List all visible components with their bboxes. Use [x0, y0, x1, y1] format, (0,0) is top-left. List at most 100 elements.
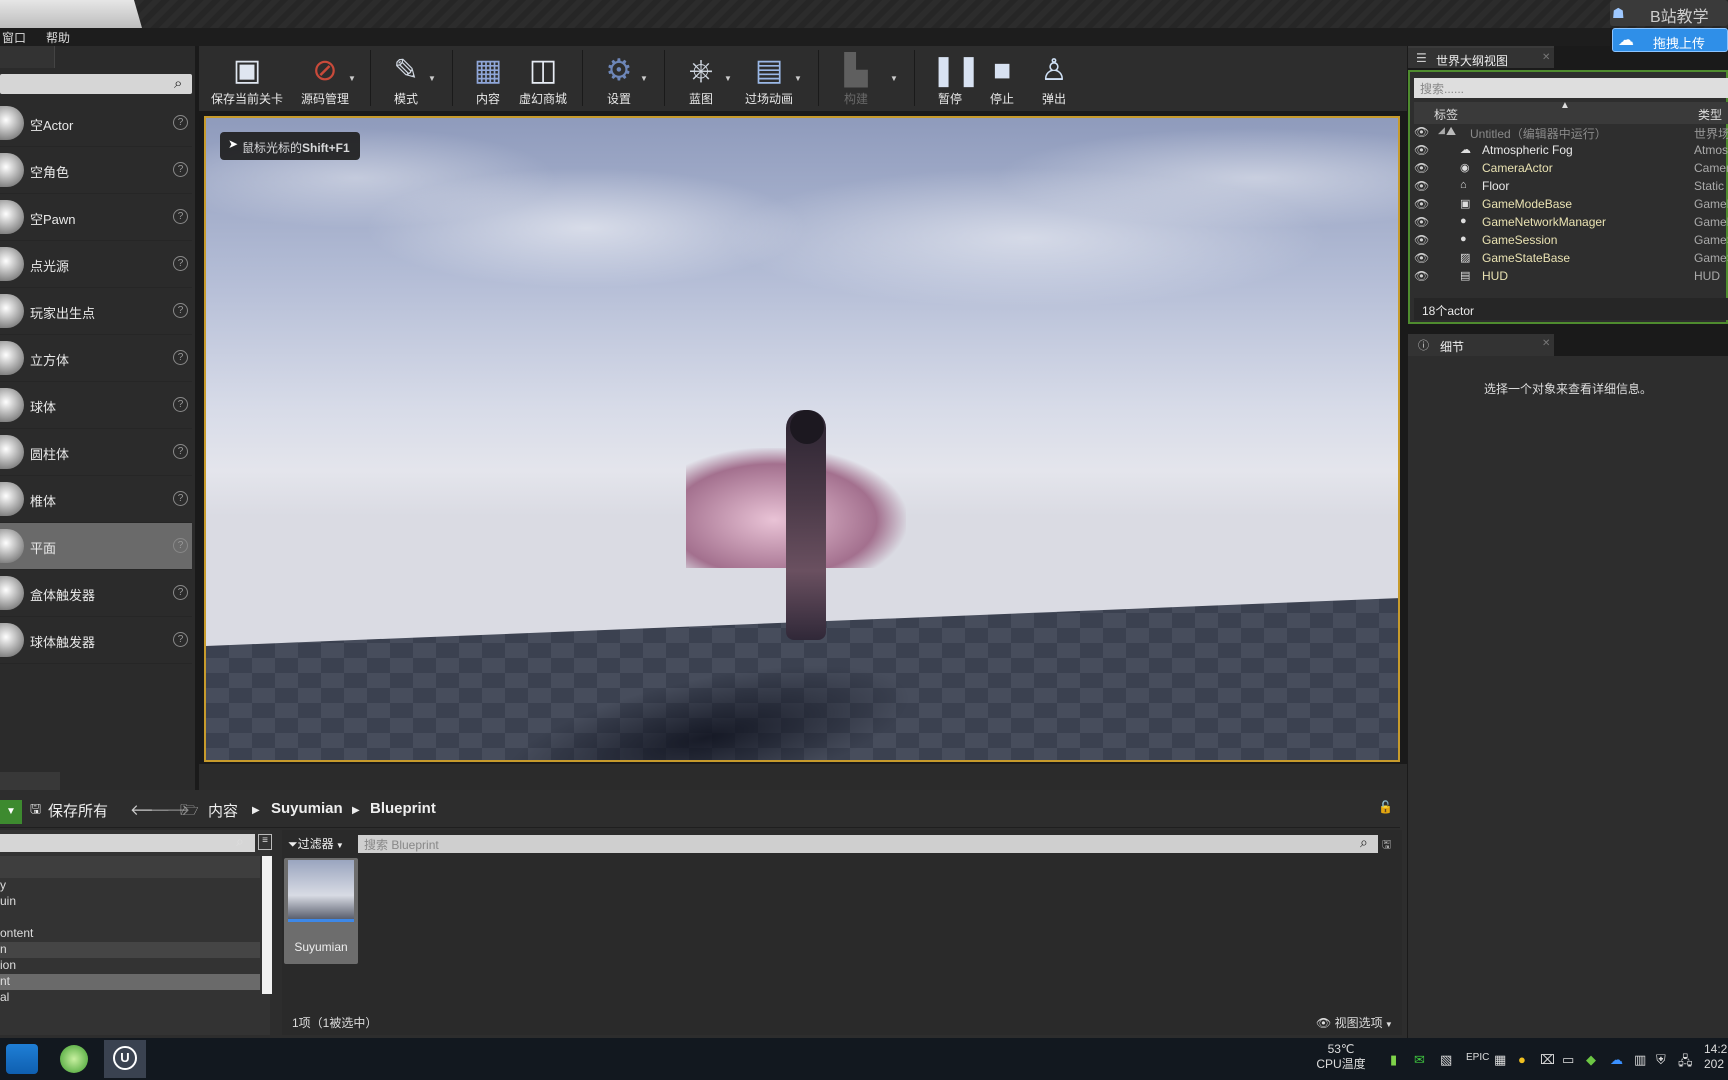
tray-yellow-icon[interactable]: ●	[1518, 1052, 1526, 1067]
outliner-row[interactable]: 👁 ☁ Atmospheric Fog Atmos	[1414, 142, 1728, 160]
unreal-taskbar-icon[interactable]: U	[104, 1040, 146, 1078]
view-options-button[interactable]: 👁 视图选项 ▼	[1316, 1014, 1393, 1031]
settings-button[interactable]: ⚙ 设置 ▼	[590, 48, 648, 108]
shield-icon[interactable]: ⛨	[1656, 1052, 1666, 1068]
modes-tab[interactable]	[0, 46, 55, 68]
nvidia-icon[interactable]: ◆	[1586, 1052, 1596, 1068]
tray-grid-icon[interactable]: ▦	[1494, 1052, 1506, 1068]
chevron-down-icon[interactable]: ▼	[890, 74, 898, 83]
chevron-down-icon[interactable]: ▼	[794, 74, 802, 83]
tray-app-icon[interactable]: ▧	[1440, 1052, 1452, 1068]
menu-window[interactable]: 窗口	[2, 29, 26, 46]
save-all-button[interactable]: 保存所有	[48, 800, 108, 821]
help-icon[interactable]: ?	[173, 491, 188, 506]
eye-icon[interactable]: 👁	[1414, 161, 1429, 175]
cinematics-button[interactable]: ▤ 过场动画 ▼	[736, 48, 802, 108]
outliner-root-row[interactable]: 👁 ◢ ⛰ Untitled（编辑器中运行） 世界场	[1414, 124, 1728, 142]
eye-icon[interactable]: 👁	[1414, 197, 1429, 211]
wechat-icon[interactable]: ✉	[1414, 1052, 1425, 1068]
outliner-row[interactable]: 👁 ▤ HUD HUD	[1414, 268, 1728, 286]
place-actor-item[interactable]: 球体?	[0, 382, 192, 429]
eject-button[interactable]: ♙ 弹出	[1028, 48, 1080, 108]
place-actor-item[interactable]: 盒体触发器?	[0, 570, 192, 617]
folder-tree-item[interactable]: uin	[0, 894, 260, 910]
build-button[interactable]: ▙ 构建	[826, 48, 886, 108]
expand-triangle-icon[interactable]: ◢	[1438, 125, 1445, 136]
place-actor-item[interactable]: 点光源?	[0, 241, 192, 288]
eye-icon[interactable]: 👁	[1414, 179, 1429, 193]
eye-icon[interactable]: 👁	[1414, 269, 1429, 283]
place-actor-item[interactable]: 圆柱体?	[0, 429, 192, 476]
outliner-search-input[interactable]: 搜索......	[1414, 78, 1728, 98]
lock-icon[interactable]: 🔓	[1378, 800, 1393, 814]
tray-baidu-icon[interactable]: ☁	[1610, 1052, 1623, 1068]
place-actor-item[interactable]: 球体触发器?	[0, 617, 192, 664]
column-type[interactable]: 类型	[1698, 106, 1722, 123]
place-actor-item[interactable]: 空Actor?	[0, 100, 192, 147]
details-tab[interactable]: ⓘ 细节 ✕	[1408, 334, 1554, 356]
folder-tree-item[interactable]: ontent	[0, 926, 260, 942]
outliner-row[interactable]: 👁 ● GameSession GameS	[1414, 232, 1728, 250]
folder-tree-item[interactable]: al	[0, 990, 260, 1006]
breadcrumb-content[interactable]: 内容	[208, 800, 238, 821]
eye-icon[interactable]: 👁	[1414, 233, 1429, 247]
list-view-icon[interactable]: ≡	[258, 834, 272, 850]
breadcrumb-suyumian[interactable]: Suyumian	[271, 800, 343, 817]
column-label[interactable]: 标签	[1434, 106, 1458, 123]
search-icon[interactable]: ⌕	[1360, 834, 1368, 851]
browser-taskbar-icon[interactable]	[60, 1045, 88, 1073]
chevron-right-icon[interactable]: ▶	[252, 805, 260, 816]
outliner-row[interactable]: 👁 ▨ GameStateBase GameS	[1414, 250, 1728, 268]
usb-icon[interactable]: ⌧	[1540, 1052, 1555, 1068]
asset-search-input[interactable]: 搜索 Blueprint	[358, 835, 1378, 853]
search-icon[interactable]: ⌕	[174, 75, 182, 92]
folder-tree-item[interactable]: n	[0, 942, 260, 958]
add-new-button[interactable]: ▼	[0, 800, 22, 824]
eye-icon[interactable]: 👁	[1414, 215, 1429, 229]
outliner-row[interactable]: 👁 ▣ GameModeBase GameM	[1414, 196, 1728, 214]
breadcrumb-blueprint[interactable]: Blueprint	[370, 800, 436, 817]
help-icon[interactable]: ?	[173, 538, 188, 553]
source-control-button[interactable]: ⊘ 源码管理 ▼	[290, 48, 360, 108]
save-level-button[interactable]: ▣ 保存当前关卡	[206, 48, 288, 108]
place-actor-item[interactable]: 椎体?	[0, 476, 192, 523]
level-tab[interactable]	[0, 0, 142, 28]
folder-tree-item[interactable]: ion	[0, 958, 260, 974]
chevron-down-icon[interactable]: ▼	[724, 74, 732, 83]
blueprints-button[interactable]: ⎈ 蓝图 ▼	[672, 48, 732, 108]
eye-icon[interactable]: 👁	[1414, 125, 1429, 139]
chevron-down-icon[interactable]: ▼	[428, 74, 436, 83]
world-outliner-tab[interactable]: ☰ 世界大纲视图 ✕	[1408, 46, 1554, 68]
folder-tree-item[interactable]: nt	[0, 974, 260, 990]
tray-chart-icon[interactable]: ▥	[1634, 1052, 1646, 1068]
stop-button[interactable]: ■ 停止	[976, 48, 1028, 108]
menu-help[interactable]: 帮助	[46, 29, 70, 46]
help-icon[interactable]: ?	[173, 350, 188, 365]
help-icon[interactable]: ?	[173, 397, 188, 412]
pause-button[interactable]: ❚❚ 暂停	[924, 48, 981, 108]
content-browser-tab[interactable]	[0, 772, 60, 790]
help-icon[interactable]: ?	[173, 444, 188, 459]
modes-button[interactable]: ✎ 模式 ▼	[376, 48, 436, 108]
help-icon[interactable]: ?	[173, 632, 188, 647]
help-icon[interactable]: ?	[173, 303, 188, 318]
outliner-row[interactable]: 👁 ⌂ Floor Static	[1414, 178, 1728, 196]
help-icon[interactable]: ?	[173, 209, 188, 224]
outliner-row[interactable]: 👁 ● GameNetworkManager GameN	[1414, 214, 1728, 232]
level-viewport[interactable]	[204, 116, 1400, 762]
place-actor-item[interactable]: 空角色?	[0, 147, 192, 194]
system-clock[interactable]: 14:2 202	[1704, 1042, 1727, 1072]
marketplace-button[interactable]: ◫ 虚幻商城	[516, 48, 570, 108]
media-player-taskbar-icon[interactable]	[6, 1044, 38, 1074]
tray-epic-icon[interactable]: EPIC	[1466, 1052, 1489, 1063]
place-actor-item[interactable]: 玩家出生点?	[0, 288, 192, 335]
place-actor-item[interactable]: 平面?	[0, 523, 192, 570]
folder-tree-scrollbar[interactable]	[262, 856, 272, 994]
chevron-right-icon[interactable]: ▶	[352, 805, 360, 816]
eye-icon[interactable]: 👁	[1414, 143, 1429, 157]
chevron-down-icon[interactable]: ▼	[640, 74, 648, 83]
filter-dropdown[interactable]: ⏷过滤器 ▼	[288, 835, 352, 853]
folder-search-input[interactable]	[0, 834, 255, 852]
search-icon[interactable]: ⌕	[236, 833, 244, 850]
close-icon[interactable]: ✕	[1542, 52, 1550, 63]
